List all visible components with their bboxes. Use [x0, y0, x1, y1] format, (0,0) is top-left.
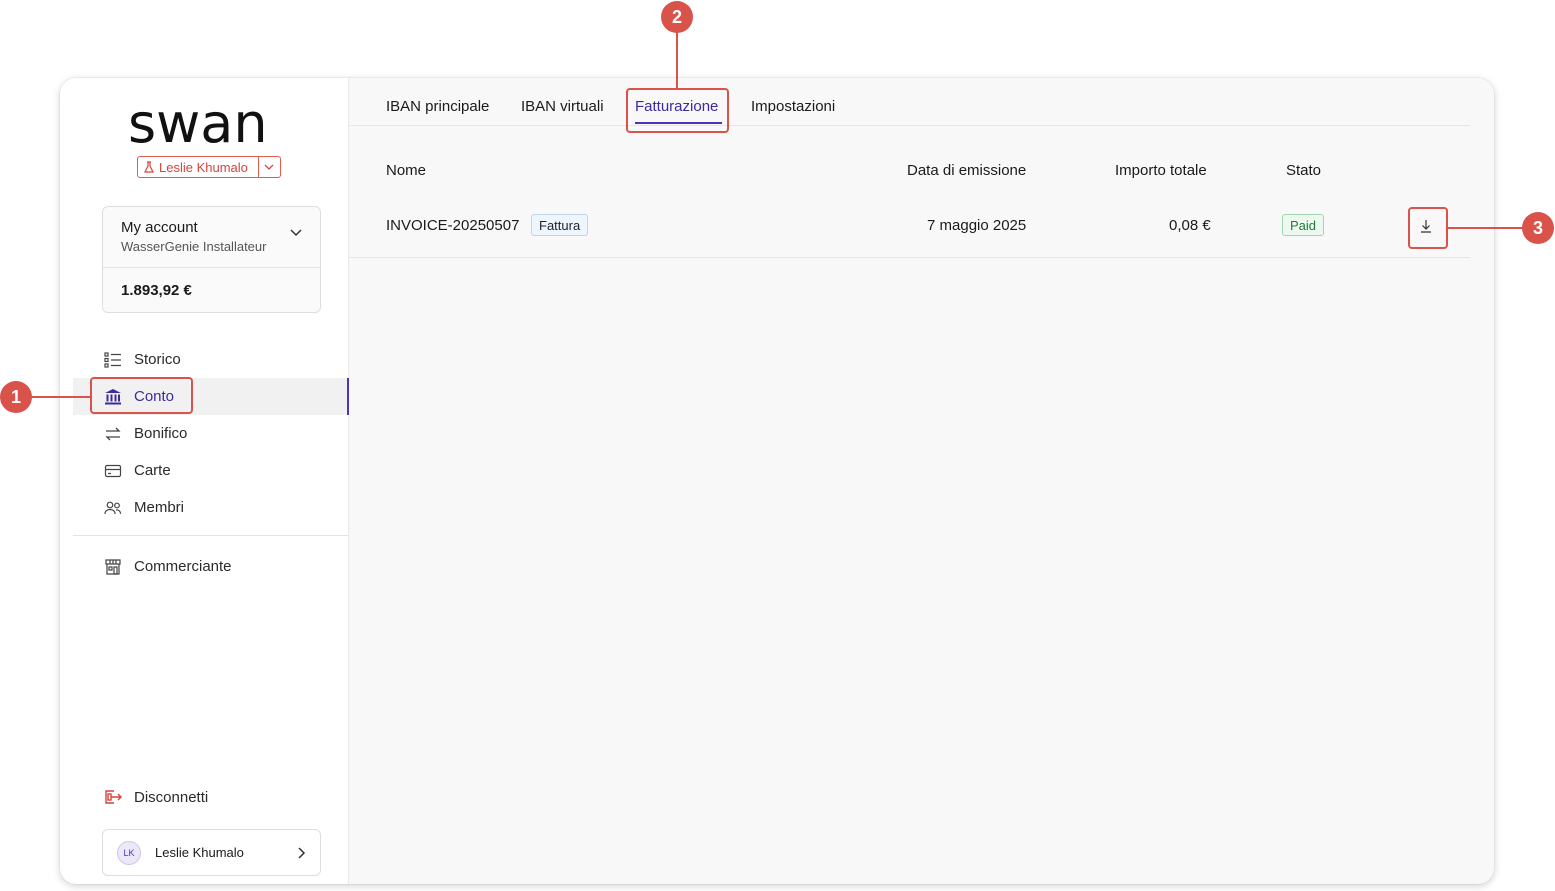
invoice-name: INVOICE-20250507: [386, 217, 520, 234]
card-icon: [104, 464, 122, 477]
logout-button[interactable]: Disconnetti: [104, 788, 208, 806]
sidebar-item-carte[interactable]: Carte: [73, 452, 349, 489]
sidebar-item-membri[interactable]: Membri: [73, 489, 349, 526]
column-header-stato: Stato: [1286, 162, 1322, 179]
swan-logo: swan: [128, 100, 268, 152]
account-selector[interactable]: My account WasserGenie Installateur 1.89…: [102, 206, 321, 313]
callout-line-1: [31, 396, 90, 398]
sidebar-item-label: Bonifico: [134, 425, 188, 442]
main-content: IBAN principale IBAN virtuali Fatturazio…: [349, 78, 1494, 884]
sandbox-user-selector[interactable]: Leslie Khumalo: [137, 156, 281, 178]
avatar: LK: [117, 840, 141, 865]
highlight-download: [1408, 207, 1448, 249]
sidebar-item-label: Carte: [134, 462, 171, 479]
store-icon: [105, 558, 121, 575]
column-header-nome: Nome: [386, 162, 427, 179]
sidebar-item-label: Membri: [134, 499, 185, 516]
account-balance: 1.893,92 €: [121, 282, 192, 299]
table-row[interactable]: INVOICE-20250507 Fattura 7 maggio 2025 0…: [349, 202, 1470, 258]
callout-badge-3: 3: [1522, 212, 1554, 244]
sidebar-item-label: Storico: [134, 351, 181, 368]
tab-iban-principale[interactable]: IBAN principale: [386, 98, 489, 115]
callout-badge-2: 2: [661, 1, 693, 33]
chevron-down-icon[interactable]: [290, 229, 302, 237]
callout-line-2: [676, 30, 678, 88]
members-icon: [104, 501, 122, 514]
account-subtitle: WasserGenie Installateur: [121, 239, 267, 254]
chevron-down-icon[interactable]: [257, 157, 280, 177]
invoice-amount: 0,08 €: [1169, 217, 1211, 234]
sandbox-user-label: Leslie Khumalo: [159, 159, 248, 175]
logout-label: Disconnetti: [134, 788, 209, 806]
chevron-right-icon: [298, 846, 306, 859]
column-header-importo: Importo totale: [1115, 162, 1207, 179]
sidebar: swan Leslie Khumalo My account WasserGen…: [60, 78, 349, 884]
tab-iban-virtuali[interactable]: IBAN virtuali: [521, 98, 604, 115]
sidebar-divider: [73, 535, 349, 536]
logout-icon: [105, 790, 122, 804]
callout-badge-1: 1: [0, 381, 32, 413]
invoice-date: 7 maggio 2025: [927, 217, 1027, 234]
tab-impostazioni[interactable]: Impostazioni: [751, 98, 835, 115]
highlight-fatturazione: [626, 88, 729, 133]
tab-bar: IBAN principale IBAN virtuali Fatturazio…: [349, 78, 1470, 126]
sidebar-item-commerciante[interactable]: Commerciante: [73, 548, 349, 585]
user-profile-button[interactable]: LK Leslie Khumalo: [102, 829, 321, 876]
profile-name: Leslie Khumalo: [155, 845, 244, 860]
status-badge: Paid: [1282, 214, 1325, 236]
invoice-type-badge: Fattura: [531, 214, 589, 236]
column-header-data: Data di emissione: [907, 162, 1027, 179]
flask-icon: [144, 161, 154, 173]
transfer-arrows-icon: [105, 427, 121, 440]
account-title: My account: [121, 219, 198, 236]
list-icon: [104, 351, 121, 368]
app-window: swan Leslie Khumalo My account WasserGen…: [60, 78, 1494, 884]
sidebar-nav: Storico Conto Bonifico Carte Membri: [73, 341, 349, 526]
callout-line-3: [1448, 227, 1524, 229]
highlight-conto: [90, 377, 193, 414]
sidebar-item-bonifico[interactable]: Bonifico: [73, 415, 349, 452]
account-header[interactable]: My account WasserGenie Installateur: [103, 207, 320, 268]
sandbox-user-name: Leslie Khumalo: [138, 157, 258, 177]
sidebar-merchant-section: Commerciante: [73, 548, 349, 585]
svg-text:swan: swan: [128, 100, 268, 152]
sidebar-item-storico[interactable]: Storico: [73, 341, 349, 378]
sidebar-item-label: Commerciante: [134, 558, 232, 575]
